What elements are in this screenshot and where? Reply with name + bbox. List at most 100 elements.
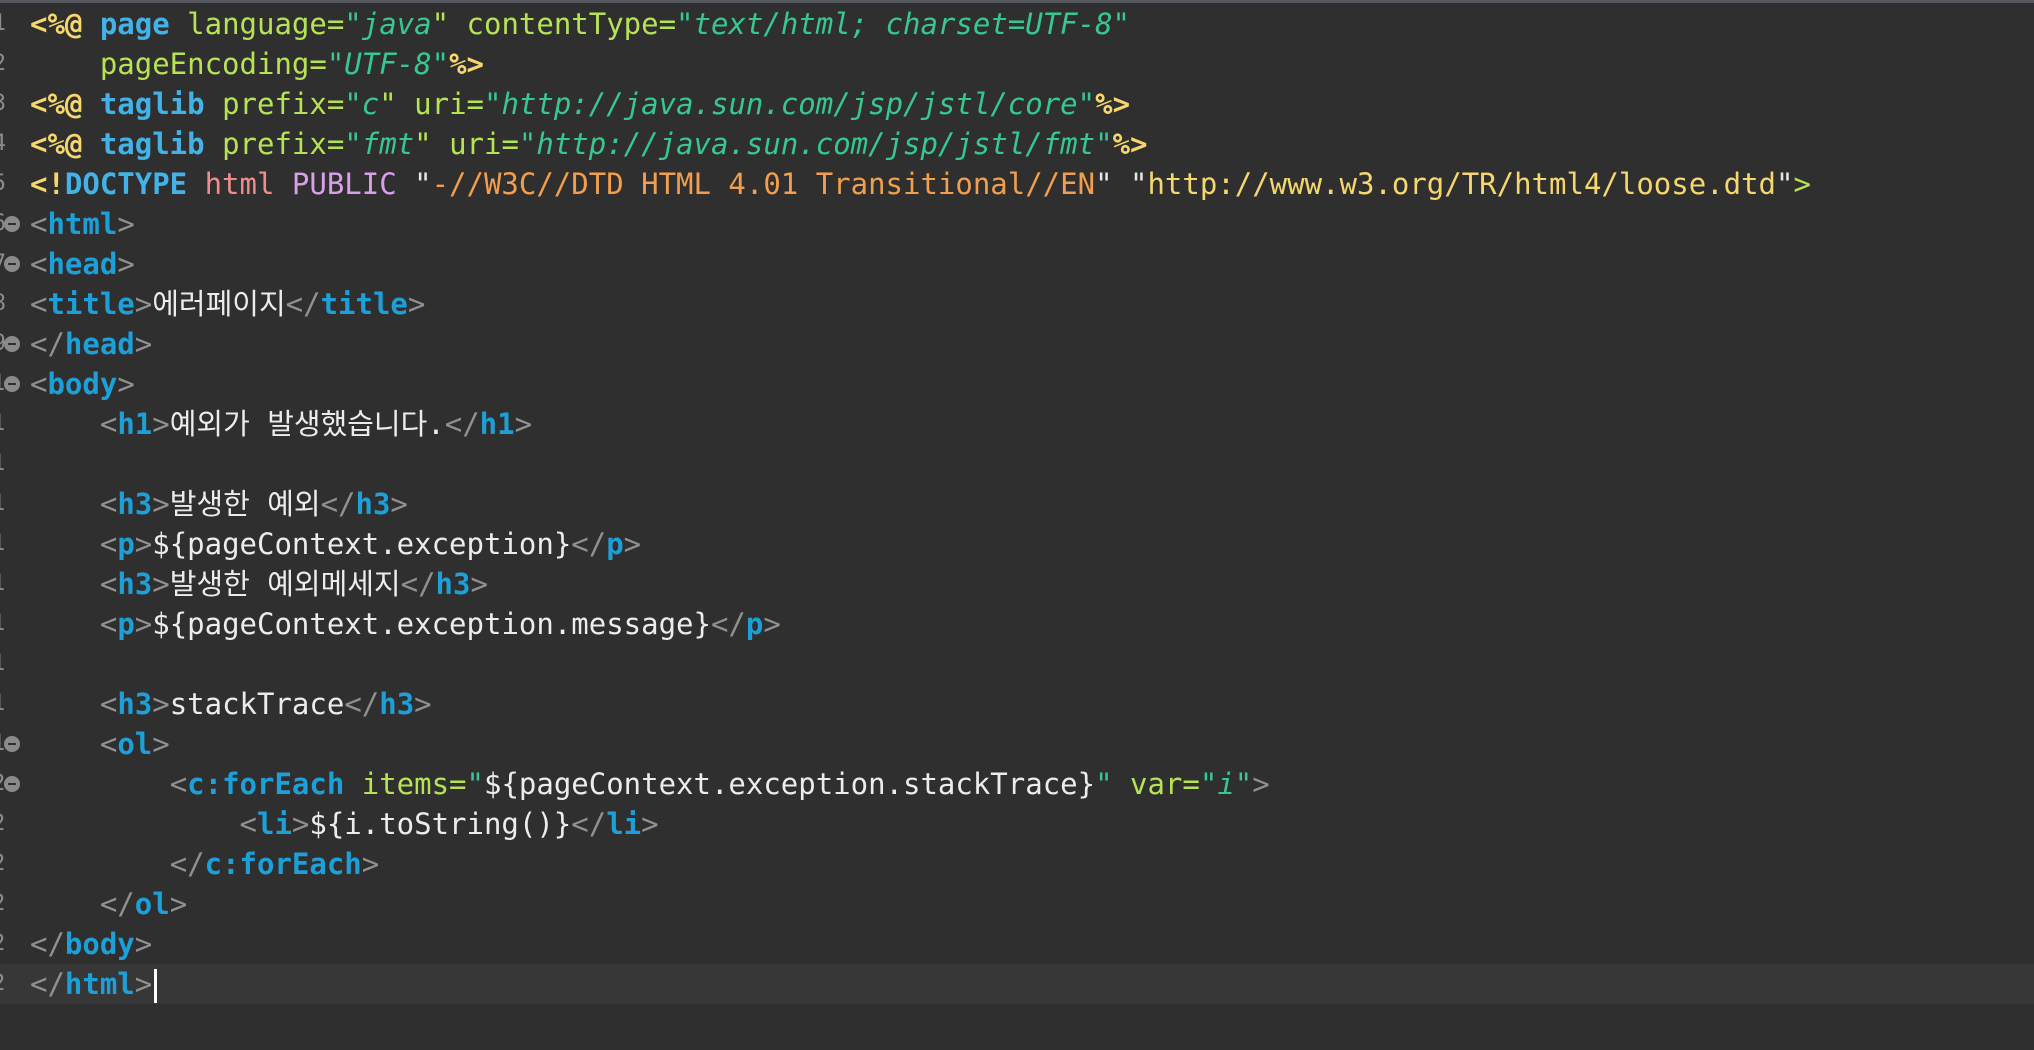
code-token: taglib [99,87,205,121]
code-text: <title>에러페이지</title> [30,284,425,324]
code-token: 예외가 발생했습니다. [169,407,445,441]
code-text: <p>${pageContext.exception}</p> [30,524,641,564]
code-line[interactable]: 7<head> [0,244,2034,284]
line-gutter: 1 [0,4,26,44]
code-line[interactable]: 12 [0,444,2034,484]
fold-collapse-icon[interactable] [4,256,20,272]
line-gutter: 8 [0,284,26,324]
code-token: </ [30,327,65,361]
fold-collapse-icon[interactable] [4,376,20,392]
code-token: < [99,687,118,721]
line-gutter: 14 [0,524,26,564]
code-line[interactable]: 11 <h1>예외가 발생했습니다.</h1> [0,404,2034,444]
code-editor[interactable]: 1 <%@ page language="java" contentType="t… [0,4,2034,1050]
code-token: </ [344,687,380,721]
line-gutter: 11 [0,404,26,444]
code-token: " [344,127,362,161]
code-line[interactable]: 19 <ol> [0,724,2034,764]
code-token: " [344,87,362,121]
code-line[interactable]: 1 <%@ page language="java" contentType="t… [0,4,2034,44]
code-line[interactable]: 22 </c:forEach> [0,844,2034,884]
line-gutter: 25 [0,964,26,1004]
code-token: var= [1112,767,1200,801]
code-token: p [117,527,135,561]
line-gutter: 20 [0,764,26,804]
code-token: title [320,287,408,321]
line-gutter: 5 [0,164,26,204]
code-line[interactable]: 6<html> [0,204,2034,244]
line-gutter: 16 [0,604,26,644]
code-token: ol [134,887,170,921]
code-line[interactable]: 25 </html> [0,964,2034,1004]
line-gutter: 21 [0,804,26,844]
code-token: </ [285,287,321,321]
code-token: " [1199,767,1218,801]
code-token: </ [30,927,65,961]
code-line[interactable]: 10<body> [0,364,2034,404]
code-text: </html> [30,964,158,1004]
code-token: " [326,47,345,81]
code-token: " " [1095,167,1148,201]
line-number: 15 [0,564,6,604]
code-token: fmt [361,127,415,161]
code-text: <c:forEach items="${pageContext.exceptio… [30,764,1270,804]
code-token: > [134,327,153,361]
code-text: <%@ taglib prefix="c" uri="http://java.s… [30,84,1130,124]
code-text: <p>${pageContext.exception.message}</p> [30,604,781,644]
fold-collapse-icon[interactable] [4,216,20,232]
code-line[interactable]: 15 <h3>발생한 예외메세지</h3> [0,564,2034,604]
code-line[interactable]: 14 <p>${pageContext.exception}</p> [0,524,2034,564]
code-token: " [1095,767,1113,801]
code-line[interactable]: 5<!DOCTYPE html PUBLIC "-//W3C//DTD HTML… [0,164,2034,204]
code-token: http://java.sun.com/jsp/jstl/fmt [536,127,1096,161]
code-line[interactable]: 18 <h3>stackTrace</h3> [0,684,2034,724]
code-line[interactable]: 9</head> [0,324,2034,364]
line-gutter: 19 [0,724,26,764]
code-token: 에러페이지 [152,287,286,321]
code-line[interactable]: 2 pageEncoding="UTF-8"%> [0,44,2034,84]
line-number: 1 [0,4,6,44]
code-text: <%@ page language="java" contentType="te… [30,4,1130,44]
code-token: < [239,807,257,841]
code-text: <h3>발생한 예외</h3> [30,484,408,524]
code-line[interactable]: 16 <p>${pageContext.exception.message}</… [0,604,2034,644]
code-token: </ [444,407,480,441]
fold-collapse-icon[interactable] [4,776,20,792]
code-line[interactable]: 23 </ol> [0,884,2034,924]
code-token: </ [30,967,65,1001]
code-line[interactable]: 21 <li>${i.toString()}</li> [0,804,2034,844]
code-token: " [344,7,362,41]
code-token: 발생한 예외 [169,487,321,521]
fold-collapse-icon[interactable] [4,336,20,352]
code-line[interactable]: 24 </body> [0,924,2034,964]
code-token: < [99,487,118,521]
code-token: > [407,287,426,321]
fold-collapse-icon[interactable] [4,736,20,752]
code-line[interactable]: 17 [0,644,2034,684]
code-token: > [514,407,533,441]
line-gutter: 13 [0,484,26,524]
code-token: > [152,407,170,441]
code-token: p [745,607,764,641]
code-line[interactable]: 8<title>에러페이지</title> [0,284,2034,324]
code-token: html [64,967,135,1001]
code-token: " [431,47,450,81]
code-token: " [466,767,484,801]
code-token: </ [710,607,746,641]
code-token: < [30,207,48,241]
code-token: </ [320,487,356,521]
code-token: " [484,87,502,121]
code-line[interactable]: 20 <c:forEach items="${pageContext.excep… [0,764,2034,804]
code-token: html [47,207,118,241]
code-text: </c:forEach> [30,844,380,884]
code-line[interactable]: 4<%@ taglib prefix="fmt" uri="http://jav… [0,124,2034,164]
code-token: prefix= [204,87,345,121]
code-token: </ [571,527,607,561]
line-number: 3 [0,84,6,124]
code-line[interactable]: 3 <%@ taglib prefix="c" uri="http://java.… [0,84,2034,124]
code-line[interactable]: 13 <h3>발생한 예외</h3> [0,484,2034,524]
